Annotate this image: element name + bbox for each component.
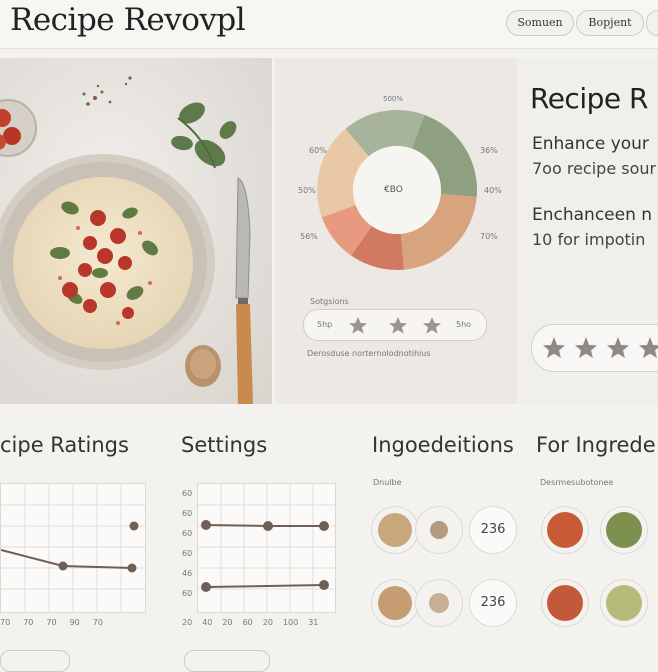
spice-icon: [429, 593, 449, 613]
section-title-ingredients: Ingoedeitions: [372, 433, 514, 457]
rating-right-value: 5ho: [456, 320, 472, 329]
y-tick: 60: [182, 509, 193, 518]
ingredient-item[interactable]: [415, 506, 463, 554]
donut-top-label: 500%: [383, 95, 404, 103]
ratings-chart: [0, 483, 146, 613]
rating-widget[interactable]: 5hp 5ho: [303, 309, 487, 341]
section-title-ratings: cipe Ratings: [0, 433, 129, 457]
star-icon: [423, 317, 441, 334]
star-icon: [543, 337, 565, 358]
settings-chart: [197, 483, 336, 613]
ingredient-item[interactable]: [600, 579, 648, 627]
nav-button-bopjent[interactable]: Bopjent: [576, 10, 644, 36]
y-tick: 60: [182, 489, 193, 498]
y-tick: 46: [182, 569, 193, 578]
section-title-settings: Settings: [181, 433, 268, 457]
rating-widget-label: Sotgsions: [310, 297, 349, 306]
ingredient-item[interactable]: [541, 506, 589, 554]
donut-right-label-1: 36%: [480, 146, 498, 155]
star-icon: [389, 317, 407, 334]
donut-left-label-3: 56%: [300, 232, 318, 241]
recipe-heading: Recipe R: [530, 82, 648, 115]
donut-center-label: €BO: [384, 185, 403, 195]
section-title-for-ingredients: For Ingrede: [536, 433, 656, 457]
star-icon: [639, 337, 658, 358]
star-icon: [349, 317, 367, 334]
donut-left-label-1: 60%: [309, 146, 327, 155]
x-tick: 90: [69, 618, 80, 627]
x-tick: 20: [222, 618, 233, 627]
recipe-desc-line1b: 7oo recipe sour: [532, 159, 657, 178]
donut-left-label-2: 50%: [298, 186, 316, 195]
ingredient-item[interactable]: [600, 506, 648, 554]
app-title: Recipe Revovpl: [10, 2, 246, 38]
ingredient-count-badge[interactable]: 236: [469, 506, 517, 554]
spice-icon: [606, 512, 642, 548]
y-tick: 60: [182, 589, 193, 598]
spice-icon: [378, 513, 412, 547]
settings-x-axis: 20 40 20 60 20 100 31: [182, 618, 318, 627]
rating-left-value: 5hp: [317, 320, 333, 329]
donut-right-label-3: 70%: [480, 232, 498, 241]
ingredient-count-badge[interactable]: 236: [469, 579, 517, 627]
recipe-desc-line2a: Enchanceen n: [532, 205, 653, 225]
x-tick: 100: [282, 618, 299, 627]
settings-y-axis: 60 60 60 60 46 60: [182, 484, 192, 604]
ingredient-item[interactable]: [371, 579, 419, 627]
recipe-desc-line1a: Enhance your: [532, 134, 649, 154]
donut-right-label-2: 40%: [484, 186, 502, 195]
y-tick: 60: [182, 549, 193, 558]
recipe-desc-line2b: 10 for impotin: [532, 230, 646, 249]
recipe-photo: [0, 58, 272, 404]
star-icon: [575, 337, 597, 358]
x-tick: 70: [23, 618, 34, 627]
spice-icon: [430, 521, 448, 539]
ratings-action-button[interactable]: [0, 650, 70, 672]
settings-action-button[interactable]: [184, 650, 270, 672]
x-tick: 70: [0, 618, 11, 627]
recipe-rating-stars[interactable]: [531, 324, 658, 372]
x-tick: 20: [262, 618, 273, 627]
spice-icon: [606, 585, 642, 621]
for-ingredients-subtitle: Desrmesubotonee: [540, 478, 614, 487]
ratings-x-axis: 70 70 70 90 70: [0, 618, 103, 627]
spice-icon: [547, 512, 583, 548]
x-tick: 20: [182, 618, 193, 627]
rating-widget-caption: Derosduse norternolodnotihius: [307, 349, 431, 358]
nav-button-somuen[interactable]: Somuen: [506, 10, 574, 36]
x-tick: 40: [202, 618, 213, 627]
ingredients-subtitle: Dnulbe: [373, 478, 402, 487]
spice-icon: [378, 586, 412, 620]
x-tick: 70: [92, 618, 103, 627]
ingredient-item[interactable]: [415, 579, 463, 627]
rating-stars[interactable]: [348, 316, 448, 334]
ingredient-item[interactable]: [371, 506, 419, 554]
y-tick: 60: [182, 529, 193, 538]
x-tick: 60: [242, 618, 253, 627]
x-tick: 31: [308, 618, 319, 627]
ingredient-item[interactable]: [541, 579, 589, 627]
star-icon: [607, 337, 629, 358]
x-tick: 70: [46, 618, 57, 627]
spice-icon: [547, 585, 583, 621]
